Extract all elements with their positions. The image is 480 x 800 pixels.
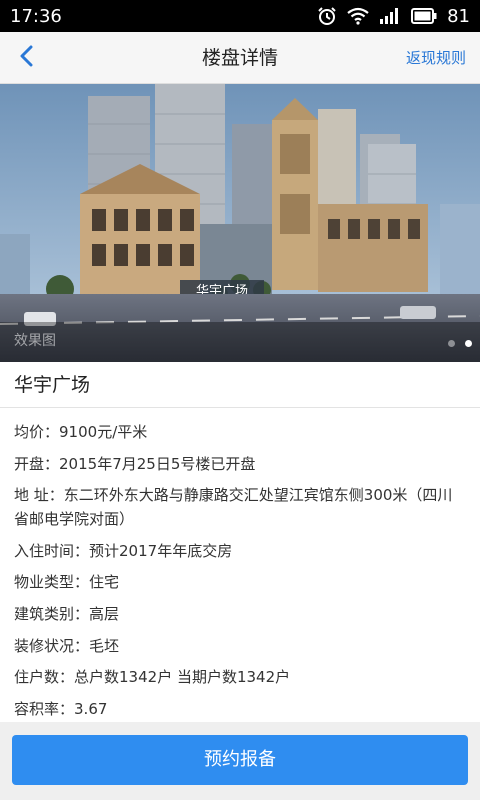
alarm-icon bbox=[317, 6, 337, 26]
detail-label: 入住时间： bbox=[14, 541, 90, 560]
image-caption: 效果图 bbox=[14, 333, 56, 349]
signal-icon bbox=[379, 7, 401, 25]
detail-opening: 开盘：2015年7月25日5号楼已开盘 bbox=[14, 452, 466, 476]
detail-value: 预计2017年年底交房 bbox=[89, 541, 233, 560]
detail-price: 均价：9100元/平米 bbox=[14, 420, 466, 444]
property-image-carousel[interactable]: 华宇广场 效果图 bbox=[0, 84, 480, 362]
nav-bar: 楼盘详情 返现规则 bbox=[0, 32, 480, 84]
detail-value: 东二环外东大路与静康路交汇处望江宾馆东侧300米（四川省邮电学院对面） bbox=[14, 486, 453, 529]
status-bar: 17:36 81 bbox=[0, 0, 480, 32]
battery-level: 81 bbox=[447, 5, 470, 27]
detail-value: 2015年7月25日5号楼已开盘 bbox=[59, 454, 256, 473]
detail-label: 建筑类别： bbox=[14, 604, 90, 623]
carousel-dot[interactable] bbox=[448, 340, 455, 347]
cashback-rules-link[interactable]: 返现规则 bbox=[406, 32, 466, 84]
detail-label: 装修状况： bbox=[14, 636, 90, 655]
detail-label: 物业类型： bbox=[14, 573, 90, 592]
detail-label: 地 址： bbox=[14, 486, 64, 505]
wifi-icon bbox=[347, 7, 369, 25]
status-time: 17:36 bbox=[10, 5, 62, 27]
detail-address: 地 址：东二环外东大路与静康路交汇处望江宾馆东侧300米（四川省邮电学院对面） bbox=[14, 483, 466, 531]
property-rendering-image: 华宇广场 bbox=[0, 84, 480, 362]
detail-property-type: 物业类型：住宅 bbox=[14, 570, 466, 594]
property-details: 均价：9100元/平米 开盘：2015年7月25日5号楼已开盘 地 址：东二环外… bbox=[0, 420, 480, 728]
detail-value: 3.67 bbox=[74, 699, 108, 718]
status-icons: 81 bbox=[317, 6, 470, 27]
detail-value: 住宅 bbox=[89, 573, 120, 592]
detail-label: 均价： bbox=[14, 423, 60, 441]
back-button[interactable] bbox=[12, 44, 42, 72]
detail-building-type: 建筑类别：高层 bbox=[14, 602, 466, 626]
detail-label: 容积率： bbox=[14, 699, 75, 718]
chevron-left-icon bbox=[19, 45, 35, 71]
detail-label: 开盘： bbox=[14, 454, 60, 473]
detail-value: 9100元/平米 bbox=[59, 423, 148, 441]
reserve-report-button[interactable]: 预约报备 bbox=[12, 735, 468, 785]
detail-plot-ratio: 容积率：3.67 bbox=[14, 697, 466, 721]
detail-decoration: 装修状况：毛坯 bbox=[14, 634, 466, 658]
detail-value: 高层 bbox=[89, 604, 120, 623]
detail-households: 住户数：总户数1342户 当期户数1342户 bbox=[14, 665, 466, 689]
bottom-action-bar: 预约报备 bbox=[0, 722, 480, 800]
property-name: 华宇广场 bbox=[0, 362, 480, 408]
carousel-dot-active[interactable] bbox=[465, 340, 472, 347]
carousel-indicator bbox=[448, 340, 472, 347]
detail-value: 毛坯 bbox=[89, 636, 120, 655]
detail-value: 总户数1342户 当期户数1342户 bbox=[74, 668, 291, 687]
detail-label: 住户数： bbox=[14, 668, 75, 687]
battery-icon bbox=[411, 8, 437, 24]
detail-move-in: 入住时间：预计2017年年底交房 bbox=[14, 539, 466, 563]
